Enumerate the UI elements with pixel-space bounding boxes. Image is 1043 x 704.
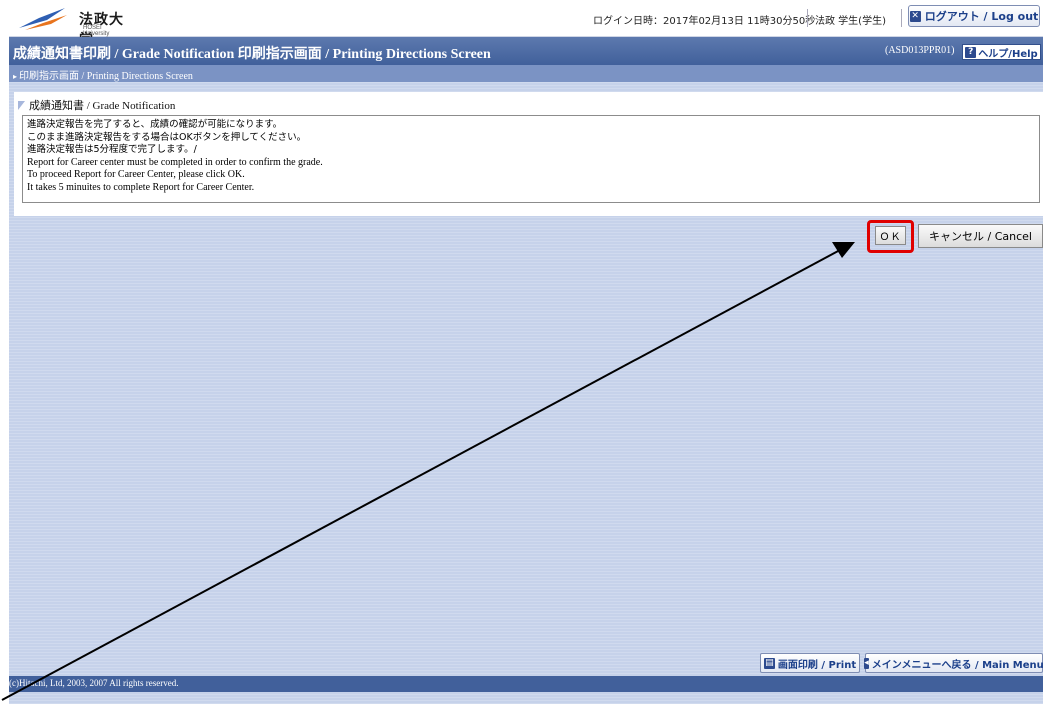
message-line: Report for Career center must be complet…: [27, 156, 323, 168]
section-flag-icon: [18, 101, 25, 110]
logout-label: ログアウト / Log out: [924, 10, 1039, 23]
help-label: ヘルプ/Help: [978, 48, 1038, 60]
message-line: 進路決定報告を完了すると、成績の確認が可能になります。: [27, 119, 283, 130]
university-logo: 法政大学 HOSEI University: [17, 6, 127, 48]
breadcrumb-bar: ▸ 印刷指示画面 / Printing Directions Screen: [9, 65, 1043, 82]
message-box: 進路決定報告を完了すると、成績の確認が可能になります。 このまま進路決定報告をす…: [22, 115, 1040, 203]
page-title: 成績通知書印刷 / Grade Notification 印刷指示画面 / Pr…: [13, 47, 491, 62]
section-title-label: 成績通知書 / Grade Notification: [29, 100, 176, 112]
breadcrumb-label: 印刷指示画面 / Printing Directions Screen: [19, 71, 193, 82]
print-label: 画面印刷 / Print: [777, 659, 857, 671]
hosei-logo-icon: [19, 8, 67, 30]
message-line: このまま進路決定報告をする場合はOKボタンを押してください。: [27, 131, 307, 143]
copyright: (c)Hitachi, Ltd, 2003, 2007 All rights r…: [9, 678, 179, 688]
cancel-button[interactable]: キャンセル / Cancel: [918, 224, 1043, 248]
help-button[interactable]: ? ヘルプ/Help: [962, 44, 1041, 60]
page-frame: 法政大学 HOSEI University ログイン日時：2017年02月13日…: [9, 0, 1043, 704]
main-menu-button[interactable]: ◂ メインメニューへ戻る / Main Menu: [864, 653, 1043, 673]
breadcrumb-arrow-icon: ▸: [13, 72, 18, 81]
title-bar: 成績通知書印刷 / Grade Notification 印刷指示画面 / Pr…: [9, 37, 1043, 65]
message-line: It takes 5 minuites to complete Report f…: [27, 181, 255, 193]
content-panel: 成績通知書 / Grade Notification 進路決定報告を完了すると、…: [14, 92, 1043, 216]
user-name: 法政 学生(学生): [815, 16, 886, 27]
header-divider: [901, 9, 902, 27]
login-datetime: ログイン日時：2017年02月13日 11時30分50秒: [593, 16, 816, 27]
print-button[interactable]: ▤ 画面印刷 / Print: [760, 653, 860, 673]
print-icon: ▤: [763, 657, 775, 669]
section-title: 成績通知書 / Grade Notification: [18, 97, 175, 113]
message-line: 進路決定報告は5分程度で完了します。/: [27, 144, 197, 155]
screen-id: (ASD013PPR01): [885, 45, 955, 56]
logo-subtext: HOSEI University: [83, 25, 110, 37]
ok-button[interactable]: ＯＫ: [875, 226, 906, 245]
message-line: To proceed Report for Career Center, ple…: [27, 169, 245, 180]
top-header: 法政大学 HOSEI University ログイン日時：2017年02月13日…: [9, 0, 1043, 48]
logout-button[interactable]: ✕ ログアウト / Log out: [908, 5, 1040, 27]
help-icon: ?: [965, 46, 977, 58]
header-divider: [807, 9, 808, 27]
return-icon: ◂: [864, 657, 869, 669]
footer: (c)Hitachi, Ltd, 2003, 2007 All rights r…: [9, 676, 1043, 692]
main-menu-label: メインメニューへ戻る / Main Menu: [871, 659, 1043, 671]
breadcrumb: ▸ 印刷指示画面 / Printing Directions Screen: [13, 67, 193, 82]
logout-icon: ✕: [909, 10, 921, 22]
